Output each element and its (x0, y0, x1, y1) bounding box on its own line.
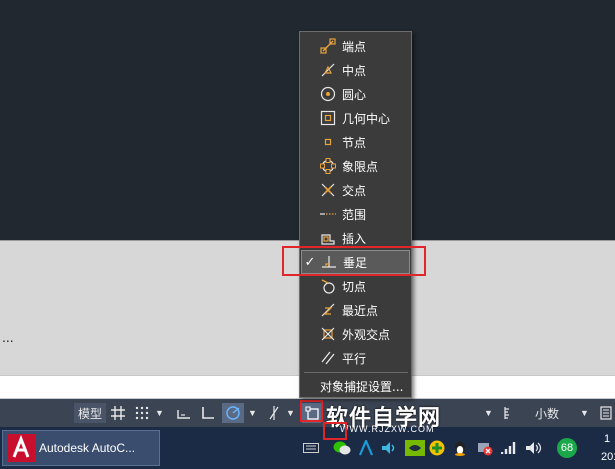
network-error-icon[interactable] (476, 439, 494, 457)
units-icon[interactable] (500, 403, 516, 423)
midpoint-icon (317, 60, 339, 80)
menu-item-tangent[interactable]: 切点 (301, 274, 410, 298)
menu-item-intersection[interactable]: 交点 (301, 178, 410, 202)
autodesk-a360-icon[interactable] (358, 439, 374, 457)
parallel-icon (317, 348, 339, 368)
apparent-intersection-icon (317, 324, 339, 344)
tray-badge[interactable]: 68 (557, 438, 577, 458)
perpendicular-highlight-box (282, 246, 426, 276)
command-history-text: ... (2, 329, 14, 345)
qq-penguin-icon[interactable] (452, 439, 468, 457)
shield-plus-icon[interactable] (428, 439, 446, 457)
keyboard-icon[interactable] (302, 439, 320, 457)
taskbar-app-label: Autodesk AutoC... (39, 441, 136, 455)
signal-strength-icon[interactable] (500, 439, 518, 457)
grid-icon[interactable] (108, 403, 128, 423)
customize-icon[interactable] (598, 403, 614, 423)
wechat-icon[interactable] (332, 439, 352, 457)
menu-item-apparent-intersection[interactable]: 外观交点 (301, 322, 410, 346)
endpoint-icon (317, 36, 339, 56)
menu-item-osnap-settings[interactable]: 对象捕捉设置... (301, 374, 410, 398)
chevron-down-icon[interactable]: ▼ (248, 408, 257, 418)
taskbar-autocad-button[interactable]: Autodesk AutoC... (2, 430, 160, 466)
object-snap-menu: 端点 中点 圆心 几何中心 节点 象限点 交点 范围 插入 ✓ 垂足 切点 最近… (299, 31, 412, 398)
center-icon (317, 84, 339, 104)
menu-item-quadrant[interactable]: 象限点 (301, 154, 410, 178)
menu-item-midpoint[interactable]: 中点 (301, 58, 410, 82)
quadrant-icon (317, 156, 339, 176)
intersection-icon (317, 180, 339, 200)
polar-tracking-icon[interactable] (222, 403, 244, 423)
node-icon (317, 132, 339, 152)
menu-item-extension[interactable]: 范围 (301, 202, 410, 226)
snap-grid-icon[interactable] (132, 403, 152, 423)
isodraft-icon[interactable] (264, 403, 284, 423)
tangent-icon (317, 276, 339, 296)
nearest-icon (317, 300, 339, 320)
extension-icon (317, 204, 339, 224)
tray-highlight-box (323, 422, 347, 440)
nvidia-icon[interactable] (405, 439, 425, 457)
clock-time[interactable]: 1 (604, 433, 610, 445)
volume-helper-icon[interactable] (380, 439, 398, 457)
infer-constraints-icon[interactable] (174, 403, 194, 423)
menu-item-center[interactable]: 圆心 (301, 82, 410, 106)
model-space-button[interactable]: 模型 (74, 403, 106, 423)
menu-separator (304, 372, 408, 373)
menu-item-nearest[interactable]: 最近点 (301, 298, 410, 322)
osnap-highlight-box (300, 400, 323, 422)
menu-item-parallel[interactable]: 平行 (301, 346, 410, 370)
speaker-icon[interactable] (524, 439, 542, 457)
windows-taskbar: Autodesk AutoC... 68 1 201 (0, 427, 615, 469)
watermark: 软件自学网 WWW.RJZXW.COM (326, 402, 496, 436)
menu-item-geometric-center[interactable]: 几何中心 (301, 106, 410, 130)
insertion-icon (317, 228, 339, 248)
units-decimal-button[interactable]: 小数 (520, 403, 574, 423)
menu-item-endpoint[interactable]: 端点 (301, 34, 410, 58)
menu-item-node[interactable]: 节点 (301, 130, 410, 154)
clock-date[interactable]: 201 (601, 451, 615, 463)
ortho-icon[interactable] (198, 403, 218, 423)
geometric-center-icon (317, 108, 339, 128)
chevron-down-icon[interactable]: ▼ (286, 408, 295, 418)
chevron-down-icon[interactable]: ▼ (580, 408, 589, 418)
autocad-logo-icon (3, 431, 39, 465)
chevron-down-icon[interactable]: ▼ (155, 408, 164, 418)
watermark-sub-text: WWW.RJZXW.COM (340, 424, 435, 434)
